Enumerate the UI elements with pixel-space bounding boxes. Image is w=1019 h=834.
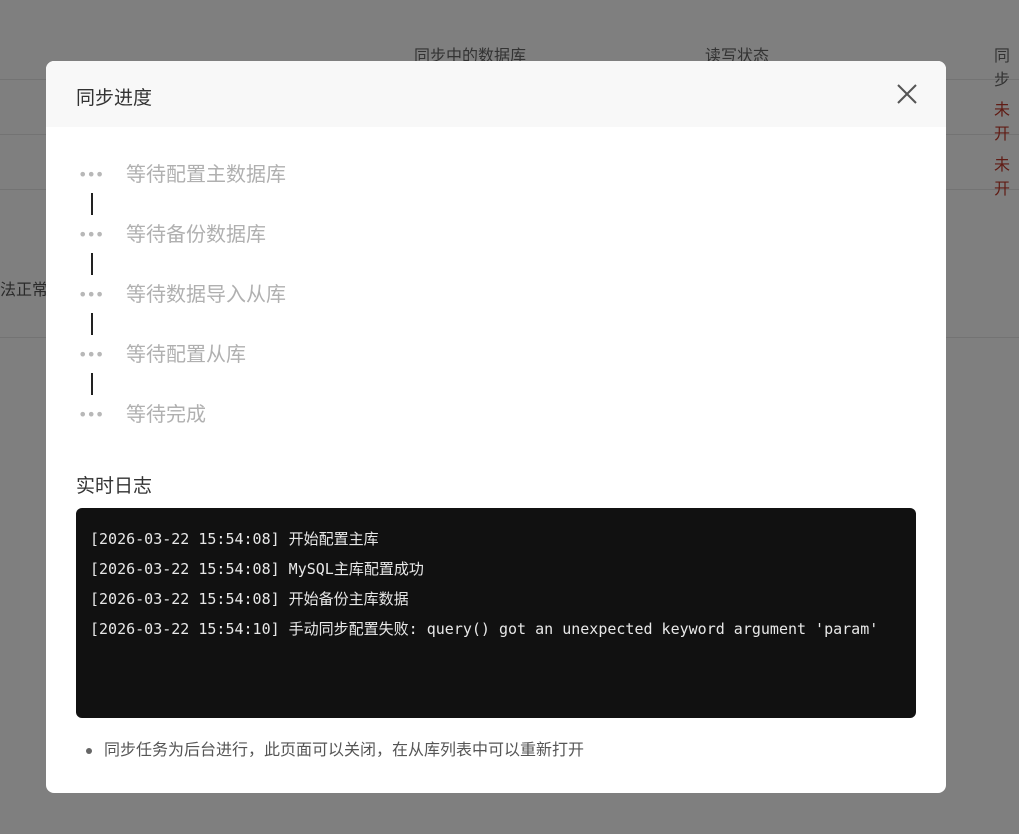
pending-dots-icon: ••• [78, 345, 104, 364]
step-label: 等待完成 [126, 402, 206, 426]
tip-text: 同步任务为后台进行，此页面可以关闭，在从库列表中可以重新打开 [86, 736, 584, 760]
step-label: 等待配置主数据库 [126, 162, 286, 186]
pending-dots-icon: ••• [78, 285, 104, 304]
log-line: [2026-03-22 15:54:08] 开始备份主库数据 [90, 590, 409, 608]
step-label: 等待配置从库 [126, 342, 246, 366]
modal-header: 同步进度 [46, 61, 946, 127]
step-connector [91, 373, 93, 395]
pending-dots-icon: ••• [78, 405, 104, 424]
step-connector [91, 313, 93, 335]
log-line: [2026-03-22 15:54:08] MySQL主库配置成功 [90, 560, 424, 578]
log-title: 实时日志 [76, 475, 153, 497]
step-label: 等待数据导入从库 [126, 282, 286, 306]
step-label: 等待备份数据库 [126, 222, 266, 246]
modal-title: 同步进度 [76, 87, 153, 109]
log-line: [2026-03-22 15:54:10] 手动同步配置失败: query() … [90, 620, 879, 638]
log-line: [2026-03-22 15:54:08] 开始配置主库 [90, 530, 379, 548]
step-connector [91, 253, 93, 275]
sync-progress-modal: 同步进度 ••• 等待配置主数据库 ••• 等待备份数据库 ••• 等待数据导入… [46, 61, 946, 793]
close-button[interactable] [894, 81, 920, 107]
pending-dots-icon: ••• [78, 225, 104, 244]
step-connector [91, 193, 93, 215]
bullet-icon [86, 747, 92, 754]
close-icon [897, 84, 917, 104]
pending-dots-icon: ••• [78, 165, 104, 184]
realtime-log[interactable]: [2026-03-22 15:54:08] 开始配置主库 [2026-03-22… [76, 508, 916, 718]
tip-label: 同步任务为后台进行，此页面可以关闭，在从库列表中可以重新打开 [104, 740, 585, 759]
